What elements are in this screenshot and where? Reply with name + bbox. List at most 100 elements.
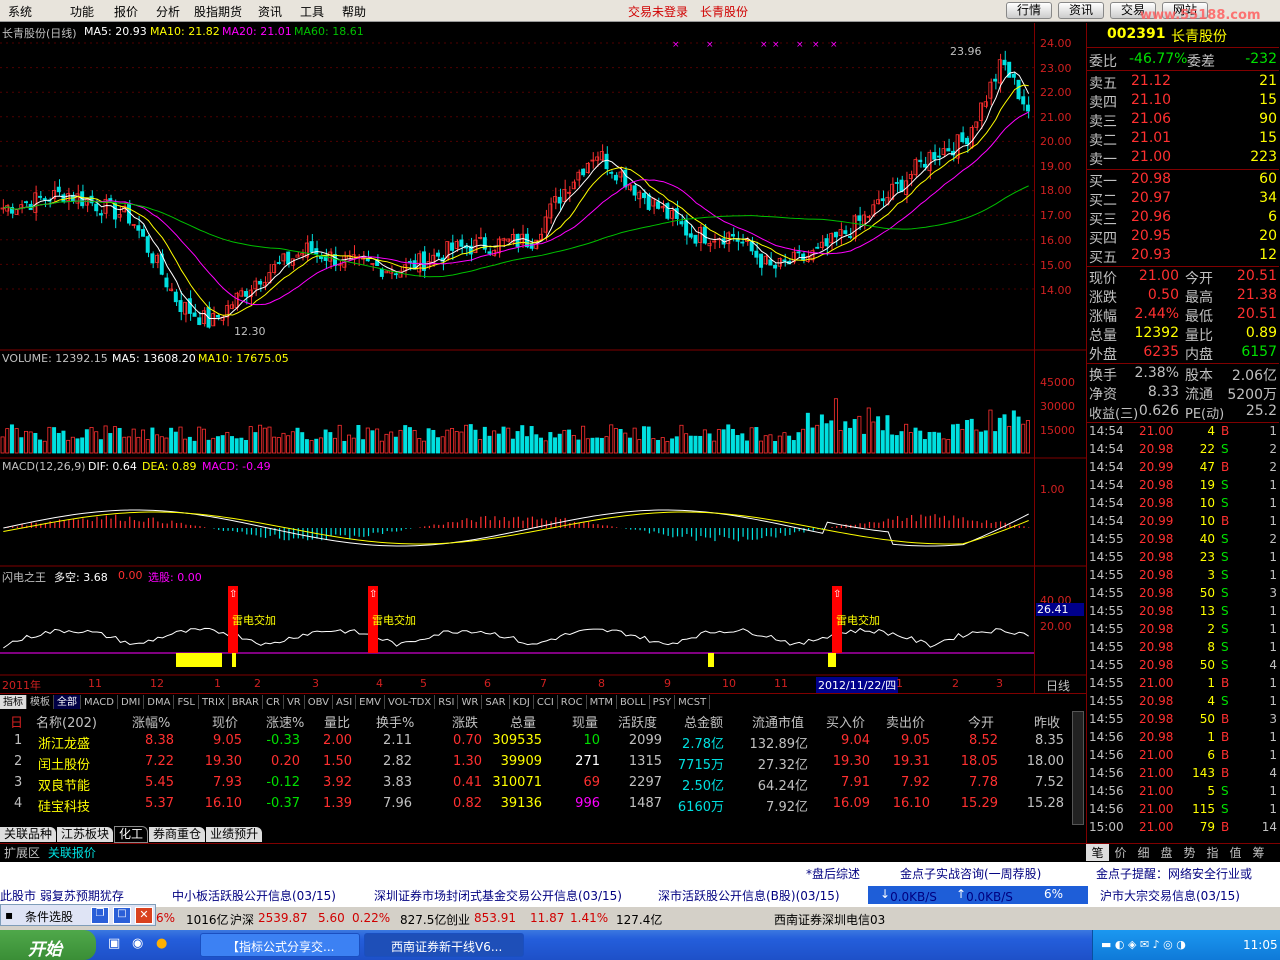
menu-item-help[interactable]: 帮助 [342,3,366,20]
table-row[interactable]: 2 闰土股份 7.22 19.30 0.20 1.50 2.82 1.30 39… [0,752,1070,774]
col-price[interactable]: 现价 [212,712,238,731]
tab-asi[interactable]: ASI [333,695,357,710]
ext-related-quote[interactable]: 关联报价 [48,846,96,860]
col-prev-close[interactable]: 昨收 [1034,712,1060,731]
tab-related[interactable]: 关联品种 [0,827,57,842]
tab-index[interactable]: 指 [1201,844,1224,861]
bid-row[interactable]: 买一 20.98 60 [1087,171,1279,190]
news-item[interactable]: 金点子实战咨询(一周荐股) [900,865,1041,882]
ask-row[interactable]: 卖四 21.10 15 [1087,92,1279,111]
menu-item-news[interactable]: 资讯 [258,3,282,20]
quicklaunch-icon[interactable]: ▣ [108,936,120,951]
news-item[interactable]: *盘后综述 [806,865,860,882]
tab-cr[interactable]: CR [263,695,284,710]
ask-row[interactable]: 卖二 21.01 15 [1087,130,1279,149]
news-item[interactable]: 中小板活跃股公开信息(03/15) [172,887,336,904]
menu-item-system[interactable]: 系统 [8,3,32,20]
ext-label[interactable]: 扩展区 [4,846,40,860]
tab-indicator[interactable]: 指标 [0,695,27,710]
menu-item-quote[interactable]: 报价 [114,3,138,20]
tab-dmi[interactable]: DMI [118,695,145,710]
news-item[interactable]: 此股市 弱复苏预期犹存 [0,887,124,904]
tab-cci[interactable]: CCI [534,695,558,710]
col-activity[interactable]: 活跃度 [618,712,657,731]
tab-fsl[interactable]: FSL [174,695,199,710]
tab-trix[interactable]: TRIX [199,695,229,710]
tab-broker-holdings[interactable]: 券商重仓 [149,827,206,842]
maximize-icon[interactable]: □ [113,907,131,924]
ie-icon[interactable]: ◉ [132,936,143,951]
table-row[interactable]: 1 浙江龙盛 8.38 9.05 -0.33 2.00 2.11 0.70 30… [0,731,1070,753]
tab-jiangsu[interactable]: 江苏板块 [57,827,114,842]
quote-button[interactable]: 行情 [1006,2,1052,19]
col-amount[interactable]: 总金额 [684,712,723,731]
col-vol-ratio[interactable]: 量比 [324,712,350,731]
col-change[interactable]: 涨跌 [452,712,478,731]
col-ask[interactable]: 卖出价 [886,712,925,731]
col-change-pct[interactable]: 涨幅% [132,712,170,731]
tab-price[interactable]: 价 [1109,844,1132,861]
col-bid[interactable]: 买入价 [826,712,865,731]
tab-kdj[interactable]: KDJ [510,695,534,710]
news-item[interactable]: 金点子提醒：网络安全行业或 [1096,865,1252,882]
firefox-icon[interactable]: ● [156,936,167,951]
close-icon[interactable]: ✕ [135,907,153,924]
tab-emv[interactable]: EMV [356,695,385,710]
start-button[interactable]: 开始 [0,930,96,960]
bid-row[interactable]: 买四 20.95 20 [1087,228,1279,247]
tab-mtm[interactable]: MTM [587,695,617,710]
col-open[interactable]: 今开 [968,712,994,731]
tab-brar[interactable]: BRAR [229,695,263,710]
tab-wr[interactable]: WR [458,695,483,710]
tab-trend[interactable]: 势 [1178,844,1201,861]
tab-macd[interactable]: MACD [81,695,118,710]
tab-boll[interactable]: BOLL [617,695,650,710]
tab-chips[interactable]: 筹 [1247,844,1270,861]
bid-row[interactable]: 买二 20.97 34 [1087,190,1279,209]
table-row[interactable]: 4 硅宝科技 5.37 16.10 -0.37 1.39 7.96 0.82 3… [0,794,1070,816]
ask-row[interactable]: 卖三 21.06 90 [1087,111,1279,130]
tab-book[interactable]: 盘 [1155,844,1178,861]
taskbar-item-formula[interactable]: 【指标公式分享交... [200,933,360,957]
tab-detail[interactable]: 细 [1132,844,1155,861]
taskbar-item-trading[interactable]: 西南证券新干线V6... [364,933,524,957]
col-turnover[interactable]: 换手% [376,712,414,731]
tab-dma[interactable]: DMA [144,695,175,710]
tab-vr[interactable]: VR [284,695,305,710]
tick-list[interactable]: 14:54 21.00 4 B 1 14:54 20.98 22 S 2 14:54 20.99 47 B… [1087,424,1279,840]
ask-row[interactable]: 卖五 21.12 21 [1087,73,1279,92]
tab-psy[interactable]: PSY [650,695,676,710]
table-row[interactable]: 3 双良节能 5.45 7.93 -0.12 3.92 3.83 0.41 31… [0,773,1070,795]
period-selector[interactable]: 日线 [1046,677,1070,694]
tray-icon[interactable]: ▬ ◐ ◈ ✉ ♪ ◎ ◑ [1101,938,1186,951]
tab-earnings[interactable]: 业绩预升 [206,827,263,842]
tab-sar[interactable]: SAR [482,695,510,710]
tab-all[interactable]: 全部 [54,695,81,710]
news-item[interactable]: 深圳证券市场封闭式基金交易公开信息(03/15) [374,887,622,904]
tab-value[interactable]: 值 [1224,844,1247,861]
tab-obv[interactable]: OBV [305,695,333,710]
col-cur-vol[interactable]: 现量 [572,712,598,731]
col-total-vol[interactable]: 总量 [510,712,536,731]
restore-icon[interactable]: ❐ [91,907,109,924]
table-scrollbar[interactable] [1072,711,1084,825]
tab-tick[interactable]: 笔 [1086,844,1109,861]
col-name[interactable]: 名称(202) [36,712,97,731]
menu-item-function[interactable]: 功能 [70,3,94,20]
tab-template[interactable]: 模板 [27,695,54,710]
tab-rsi[interactable]: RSI [435,695,459,710]
condition-select-window[interactable]: ▪ 条件选股 ❐ □ ✕ [0,904,156,926]
menu-item-analysis[interactable]: 分析 [156,3,180,20]
news-item[interactable]: 深市活跃股公开信息(B股)(03/15) [658,887,840,904]
col-speed[interactable]: 涨速% [266,712,304,731]
news-item[interactable]: 沪市大宗交易信息(03/15) [1100,887,1240,904]
menu-item-tools[interactable]: 工具 [300,3,324,20]
tab-mcst[interactable]: MCST [675,695,711,710]
tab-vol-tdx[interactable]: VOL-TDX [385,695,436,710]
ask-row[interactable]: 卖一 21.00 223 [1087,149,1279,168]
bid-row[interactable]: 买三 20.96 6 [1087,209,1279,228]
news-button[interactable]: 资讯 [1058,2,1104,19]
menu-item-futures[interactable]: 股指期货 [194,3,242,20]
tab-roc[interactable]: ROC [558,695,587,710]
col-float-cap[interactable]: 流通市值 [752,712,804,731]
